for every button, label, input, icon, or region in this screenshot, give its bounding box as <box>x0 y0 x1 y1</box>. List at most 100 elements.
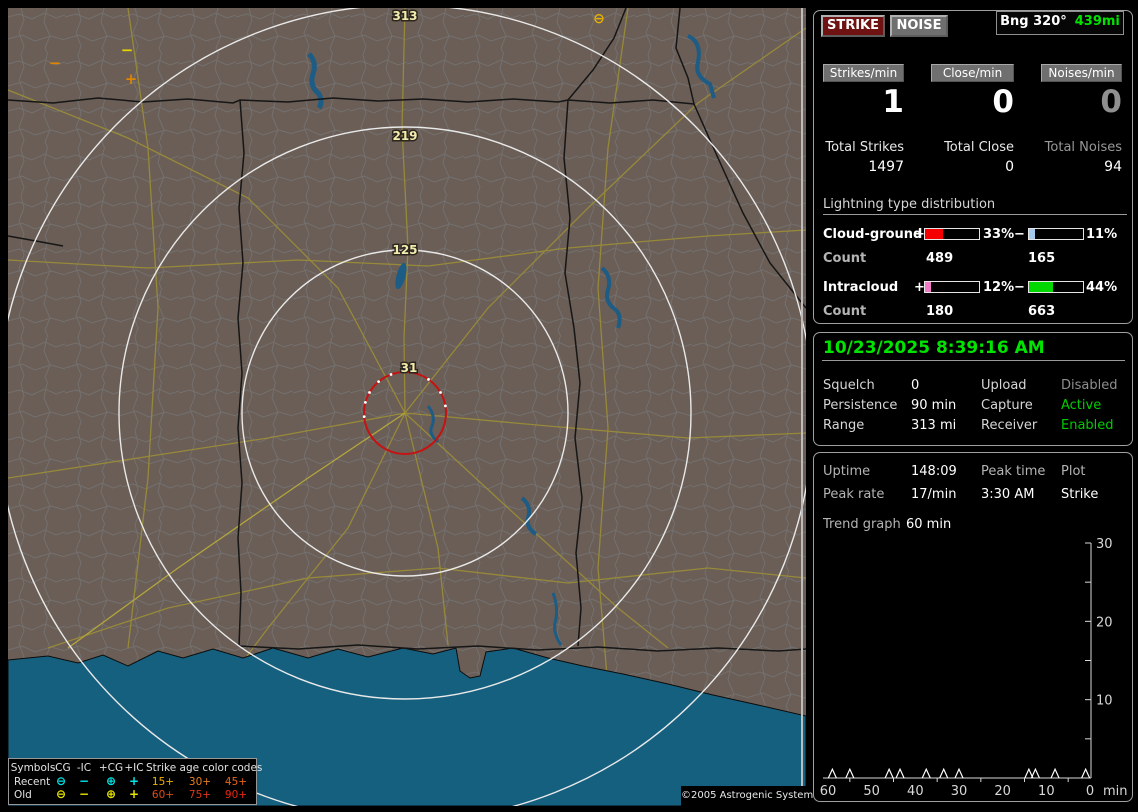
trend-strike-peak <box>1082 769 1090 778</box>
cg-positive-pct: 33% <box>983 227 1014 242</box>
age-code-15: 15+ <box>148 776 178 788</box>
trend-chart: 10 20 30 60 50 40 30 20 10 0 min <box>814 453 1134 803</box>
age-code-45: 45+ <box>221 776 251 788</box>
pos-ic-recent-icon: + <box>119 774 149 788</box>
close-per-min-value: 0 <box>931 84 1014 120</box>
trend-x-tick-label: 10 <box>1038 784 1055 799</box>
total-noises-label: Total Noises <box>1041 140 1122 155</box>
datetime-display: 10/23/2025 8:39:16 AM <box>823 338 1045 358</box>
trend-x-tick-label: 20 <box>994 784 1011 799</box>
ic-positive-bar <box>924 281 980 293</box>
bearing-readout: Bng 320° 439mi <box>996 11 1124 35</box>
noises-per-min-value: 0 <box>1041 84 1122 120</box>
app-root: 313 219 125 31 −−+⊖ ©2005 Astrogenic Sys… <box>0 0 1138 812</box>
strike-mode-button[interactable]: STRIKE <box>821 15 885 37</box>
trend-strike-peak <box>828 769 836 778</box>
total-close-value: 0 <box>931 159 1014 175</box>
age-code-75: 75+ <box>185 789 215 801</box>
close-per-min-column: Close/min 0 Total Close 0 <box>931 64 1014 175</box>
strike-stats-panel: STRIKE NOISE Bng 320° 439mi Strikes/min 1… <box>813 10 1133 324</box>
ic-negative-bar <box>1028 281 1084 293</box>
range-label: Range <box>823 418 864 433</box>
ring-label-219: 219 <box>392 129 417 143</box>
persistence-label: Persistence <box>823 398 897 413</box>
strike-symbol: + <box>125 70 138 88</box>
strike-symbol: − <box>49 54 62 72</box>
close-per-min-header: Close/min <box>931 64 1014 82</box>
trend-strike-peak <box>922 769 930 778</box>
ring-label-125: 125 <box>392 243 417 257</box>
distribution-divider <box>823 214 1127 215</box>
total-noises-value: 94 <box>1041 159 1122 175</box>
bearing-label: Bng 320° <box>1000 14 1067 29</box>
receiver-label: Receiver <box>981 418 1037 433</box>
legend-age-title: Strike age color codes <box>146 762 254 774</box>
age-code-90: 90+ <box>221 789 251 801</box>
capture-status: Active <box>1061 398 1101 413</box>
strike-symbol: ⊖ <box>593 11 605 27</box>
capture-label: Capture <box>981 398 1033 413</box>
cg-negative-pct: 11% <box>1086 227 1117 242</box>
squelch-label: Squelch <box>823 378 875 393</box>
ic-count-label: Count <box>823 304 866 319</box>
upload-label: Upload <box>981 378 1027 393</box>
squelch-value: 0 <box>911 378 919 393</box>
ic-negative-pct: 44% <box>1086 280 1117 295</box>
noises-per-min-column: Noises/min 0 Total Noises 94 <box>1041 64 1122 175</box>
strikes-per-min-value: 1 <box>823 84 904 120</box>
strikes-per-min-header: Strikes/min <box>823 64 904 82</box>
datetime-divider <box>822 360 1125 361</box>
trend-y-tick-label: 30 <box>1096 537 1113 552</box>
trend-y-tick-label: 20 <box>1096 615 1113 630</box>
trend-x-tick-label: 30 <box>951 784 968 799</box>
trend-y-tick-label: 10 <box>1096 694 1113 709</box>
trend-strike-peak <box>885 769 893 778</box>
cg-minus-sign: − <box>1014 227 1025 242</box>
cg-negative-count: 165 <box>1028 251 1055 266</box>
ic-positive-count: 180 <box>926 304 953 319</box>
age-code-60: 60+ <box>148 789 178 801</box>
map-canvas: 313 219 125 31 −−+⊖ <box>8 8 806 806</box>
total-strikes-value: 1497 <box>823 159 904 175</box>
trend-strike-peak <box>1031 769 1039 778</box>
cg-negative-bar <box>1028 228 1084 240</box>
intracloud-label: Intracloud <box>823 280 898 295</box>
trend-strike-peak <box>940 769 948 778</box>
distribution-title: Lightning type distribution <box>823 197 995 212</box>
status-panel: 10/23/2025 8:39:16 AM Squelch 0 Upload D… <box>813 332 1133 446</box>
bearing-distance: 439mi <box>1075 14 1120 29</box>
age-code-30: 30+ <box>185 776 215 788</box>
neg-ic-old-icon: − <box>69 787 99 801</box>
strike-symbol: − <box>121 41 134 59</box>
cg-count-label: Count <box>823 251 866 266</box>
cloud-ground-label: Cloud-ground <box>823 227 922 242</box>
noise-mode-button[interactable]: NOISE <box>890 15 948 37</box>
trend-panel: Uptime 148:09 Peak time Plot Peak rate 1… <box>813 452 1133 802</box>
cg-positive-count: 489 <box>926 251 953 266</box>
upload-status: Disabled <box>1061 378 1117 393</box>
total-close-label: Total Close <box>931 140 1014 155</box>
legend-header-neg-ic: -IC <box>69 762 99 774</box>
neg-ic-recent-icon: − <box>69 774 99 788</box>
trend-x-tick-label: 0 <box>1086 784 1094 799</box>
trend-strike-peak <box>896 769 904 778</box>
strikes-per-min-column: Strikes/min 1 Total Strikes 1497 <box>823 64 904 175</box>
trend-strike-peak <box>1051 769 1059 778</box>
trend-x-unit-label: min <box>1103 784 1128 799</box>
copyright-label: ©2005 Astrogenic Systems <box>681 786 807 806</box>
ring-label-31: 31 <box>401 361 418 375</box>
ic-positive-pct: 12% <box>983 280 1014 295</box>
legend-header-pos-ic: +IC <box>119 762 149 774</box>
radar-map[interactable]: 313 219 125 31 −−+⊖ <box>8 8 806 806</box>
trend-strike-peak <box>955 769 963 778</box>
noises-per-min-header: Noises/min <box>1041 64 1122 82</box>
persistence-value: 90 min <box>911 398 956 413</box>
trend-x-tick-label: 60 <box>820 784 837 799</box>
range-value: 313 mi <box>911 418 956 433</box>
receiver-status: Enabled <box>1061 418 1114 433</box>
ring-label-313: 313 <box>392 9 417 23</box>
ic-negative-count: 663 <box>1028 304 1055 319</box>
trend-x-tick-label: 50 <box>863 784 880 799</box>
trend-x-tick-label: 40 <box>907 784 924 799</box>
map-legend: Symbols -CG -IC +CG +IC Strike age color… <box>8 758 257 805</box>
